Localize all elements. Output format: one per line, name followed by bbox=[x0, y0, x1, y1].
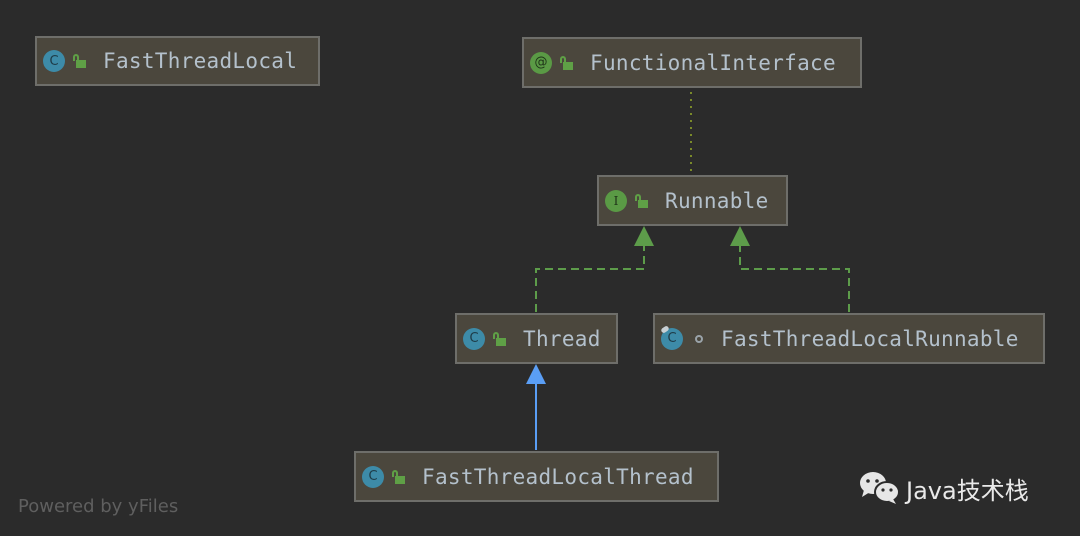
node-functional-interface[interactable]: @ FunctionalInterface bbox=[522, 37, 862, 88]
final-class-icon: C bbox=[661, 327, 683, 350]
annotation-icon: @ bbox=[530, 51, 552, 74]
arrowhead-thread-runnable bbox=[634, 226, 654, 246]
edge-ftlrunnable-implements-runnable bbox=[739, 245, 850, 312]
brand-watermark: Java技术栈 bbox=[858, 470, 1029, 506]
package-private-icon bbox=[695, 334, 703, 343]
public-lock-icon bbox=[493, 331, 507, 347]
node-label: FastThreadLocalThread bbox=[422, 464, 694, 489]
arrowhead-ftlrunnable-runnable bbox=[730, 226, 750, 246]
class-icon: C bbox=[362, 465, 384, 488]
node-label: FunctionalInterface bbox=[590, 50, 836, 75]
public-lock-icon bbox=[560, 55, 574, 71]
public-lock-icon bbox=[635, 193, 649, 209]
public-lock-icon bbox=[392, 469, 406, 485]
node-label: FastThreadLocalRunnable bbox=[721, 326, 1019, 351]
node-fast-thread-local[interactable]: C FastThreadLocal bbox=[35, 36, 320, 86]
node-label: Thread bbox=[523, 326, 601, 351]
node-fast-thread-local-thread[interactable]: C FastThreadLocalThread bbox=[354, 451, 719, 502]
node-label: FastThreadLocal bbox=[103, 49, 298, 73]
brand-text: Java技术栈 bbox=[906, 476, 1029, 505]
class-icon: C bbox=[43, 50, 65, 72]
node-fast-thread-local-runnable[interactable]: C FastThreadLocalRunnable bbox=[653, 313, 1045, 364]
public-lock-icon bbox=[73, 53, 87, 69]
node-label: Runnable bbox=[665, 188, 769, 213]
interface-icon: I bbox=[605, 189, 627, 212]
node-thread[interactable]: C Thread bbox=[455, 313, 618, 364]
wechat-icon bbox=[860, 472, 900, 504]
arrowhead-ftlthread-thread bbox=[526, 364, 546, 384]
node-runnable[interactable]: I Runnable bbox=[597, 175, 788, 226]
edge-thread-implements-runnable bbox=[535, 245, 645, 312]
powered-by-watermark: Powered by yFiles bbox=[18, 496, 179, 517]
class-icon: C bbox=[463, 327, 485, 350]
